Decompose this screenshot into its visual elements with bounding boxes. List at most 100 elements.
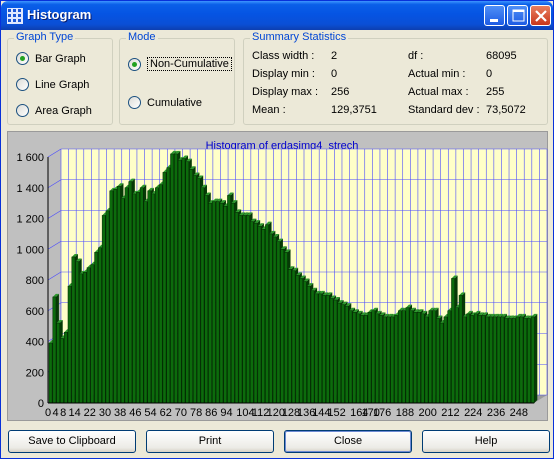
- bar: [219, 202, 224, 404]
- x-tick-label: 62: [160, 407, 172, 419]
- window-title: Histogram: [27, 7, 92, 22]
- radio-area-graph-label: Area Graph: [35, 104, 92, 117]
- bar: [181, 158, 186, 404]
- bar: [147, 190, 152, 404]
- bar: [371, 310, 376, 404]
- bar: [56, 322, 60, 404]
- bar: [75, 261, 79, 404]
- close-icon: [535, 10, 547, 22]
- bar: [98, 247, 102, 404]
- radio-dot[interactable]: [16, 52, 29, 65]
- bar: [196, 178, 201, 404]
- bar: [174, 153, 178, 404]
- bar-side: [534, 313, 538, 403]
- radio-dot[interactable]: [128, 57, 141, 71]
- x-tick-label: 94: [220, 407, 232, 419]
- bar: [287, 268, 292, 404]
- display-max-value: 256: [331, 86, 350, 98]
- bar: [341, 304, 345, 404]
- bar: [424, 316, 429, 404]
- summary-statistics-label: Summary Statistics: [250, 31, 349, 43]
- maximize-button[interactable]: [507, 5, 528, 26]
- bar: [249, 221, 254, 404]
- bar: [451, 278, 455, 404]
- bar: [360, 315, 364, 404]
- bar: [462, 316, 467, 404]
- bar: [86, 267, 91, 404]
- help-button[interactable]: Help: [422, 430, 550, 453]
- bar: [428, 310, 433, 404]
- bar: [291, 270, 296, 404]
- y-tick-label: 400: [26, 337, 44, 349]
- x-tick-label: 152: [327, 407, 345, 419]
- bar: [504, 318, 508, 404]
- bar: [466, 313, 471, 404]
- title-bar[interactable]: Histogram: [1, 1, 553, 30]
- bar: [436, 318, 440, 404]
- bar: [94, 252, 98, 404]
- bar: [212, 201, 216, 404]
- bar: [253, 222, 258, 404]
- radio-area-graph[interactable]: Area Graph: [16, 104, 92, 117]
- bar: [413, 312, 417, 404]
- y-tick-label: 1 600: [16, 152, 44, 164]
- bar: [101, 215, 106, 404]
- radio-dot[interactable]: [128, 96, 141, 109]
- bar: [90, 264, 95, 404]
- bar: [143, 201, 148, 404]
- bar: [200, 187, 205, 404]
- x-tick-label: 0: [45, 407, 51, 419]
- maximize-icon: [512, 9, 525, 22]
- radio-cumulative[interactable]: Cumulative: [128, 96, 202, 109]
- save-to-clipboard-button[interactable]: Save to Clipboard: [8, 430, 136, 453]
- radio-line-graph[interactable]: Line Graph: [16, 78, 89, 91]
- radio-bar-graph-label: Bar Graph: [35, 52, 86, 65]
- bar: [261, 229, 265, 404]
- histogram-chart: Histogram of erdasimg4_strech 0200400600…: [16, 140, 548, 419]
- bar: [432, 310, 436, 404]
- bar: [162, 172, 167, 404]
- bar: [268, 233, 273, 404]
- x-tick-label: 248: [510, 407, 528, 419]
- bar: [52, 296, 57, 404]
- bar: [128, 181, 133, 404]
- class-width-label: Class width :: [252, 50, 315, 62]
- radio-dot[interactable]: [16, 104, 29, 117]
- x-tick-label: 200: [419, 407, 437, 419]
- close-button[interactable]: Close: [284, 430, 412, 453]
- bar: [511, 318, 516, 404]
- y-tick-label: 0: [38, 398, 44, 410]
- graph-type-group: Graph Type Bar Graph Line Graph Area Gra…: [7, 31, 113, 125]
- print-button[interactable]: Print: [146, 430, 274, 453]
- bar: [170, 153, 174, 404]
- radio-non-cumulative-label: Non-Cumulative: [147, 57, 232, 71]
- bar: [272, 236, 277, 404]
- y-tick-label: 200: [26, 367, 44, 379]
- bar: [439, 322, 444, 404]
- df-label: df :: [408, 50, 424, 62]
- bar: [284, 252, 288, 404]
- standard-dev-label: Standard dev :: [408, 104, 480, 116]
- y-tick-label: 1 400: [16, 183, 44, 195]
- x-tick-label: 212: [441, 407, 459, 419]
- bar: [139, 187, 144, 404]
- display-min-label: Display min :: [252, 68, 315, 80]
- bar: [234, 212, 239, 404]
- histogram-chart-panel: Histogram of erdasimg4_strech 0 200 400 600…: [7, 131, 548, 421]
- mean-label: Mean :: [252, 104, 286, 116]
- bar: [367, 312, 372, 404]
- x-tick-label: 54: [144, 407, 156, 419]
- actual-max-label: Actual max :: [408, 86, 469, 98]
- radio-bar-graph[interactable]: Bar Graph: [16, 52, 86, 65]
- close-window-button[interactable]: [530, 5, 551, 26]
- radio-dot[interactable]: [16, 78, 29, 91]
- bar: [375, 313, 379, 404]
- radio-non-cumulative[interactable]: Non-Cumulative: [128, 57, 232, 71]
- minimize-button[interactable]: [484, 5, 505, 26]
- class-width-value: 2: [331, 50, 338, 62]
- bar: [523, 318, 527, 404]
- bar: [299, 278, 303, 404]
- bar: [458, 295, 463, 404]
- summary-statistics-group: Summary Statistics Class width : 2 Displ…: [243, 31, 548, 125]
- minimize-icon: [490, 19, 498, 22]
